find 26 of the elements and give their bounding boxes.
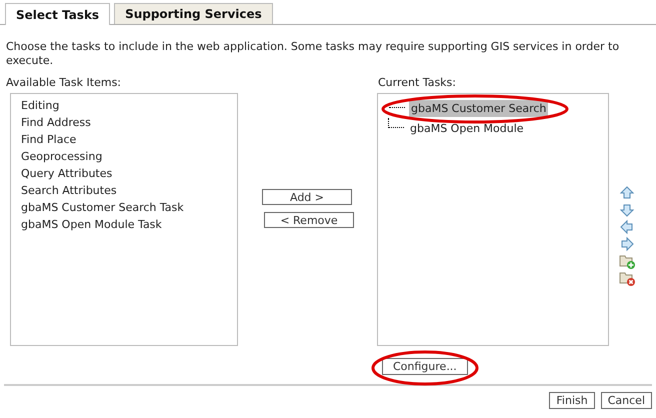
dialog-button[interactable]: Finish: [549, 392, 595, 409]
list-item[interactable]: gbaMS Customer Search Task: [21, 199, 227, 216]
tree-item[interactable]: gbaMS Open Module: [408, 120, 526, 136]
move-left-icon[interactable]: [619, 219, 635, 235]
add-folder-icon[interactable]: [619, 253, 635, 269]
list-item[interactable]: Search Attributes: [21, 182, 227, 199]
dialog-button[interactable]: Cancel: [600, 392, 652, 409]
move-button[interactable]: < Remove: [264, 212, 354, 228]
delete-folder-icon[interactable]: [619, 270, 635, 286]
list-item[interactable]: Find Address: [21, 114, 227, 131]
configure-button[interactable]: Configure...: [382, 358, 468, 375]
list-item[interactable]: Editing: [21, 97, 227, 114]
move-up-icon[interactable]: [619, 185, 635, 201]
list-label: Current Tasks:: [378, 76, 457, 90]
list-item[interactable]: Find Place: [21, 131, 227, 148]
list-item[interactable]: gbaMS Open Module Task: [21, 216, 227, 233]
move-down-icon[interactable]: [619, 202, 635, 218]
list-label: Available Task Items:: [6, 76, 122, 90]
move-right-icon[interactable]: [619, 236, 635, 252]
list-item[interactable]: Geoprocessing: [21, 148, 227, 165]
list-item[interactable]: Query Attributes: [21, 165, 227, 182]
tab[interactable]: Select Tasks: [5, 3, 110, 25]
tab[interactable]: Supporting Services: [114, 3, 273, 24]
tree-item[interactable]: gbaMS Customer Search: [409, 100, 548, 116]
description-text: Choose the tasks to include in the web application. Some tasks may require supporting GIS services in order to execute.: [6, 40, 620, 68]
move-button[interactable]: Add >: [262, 189, 352, 205]
